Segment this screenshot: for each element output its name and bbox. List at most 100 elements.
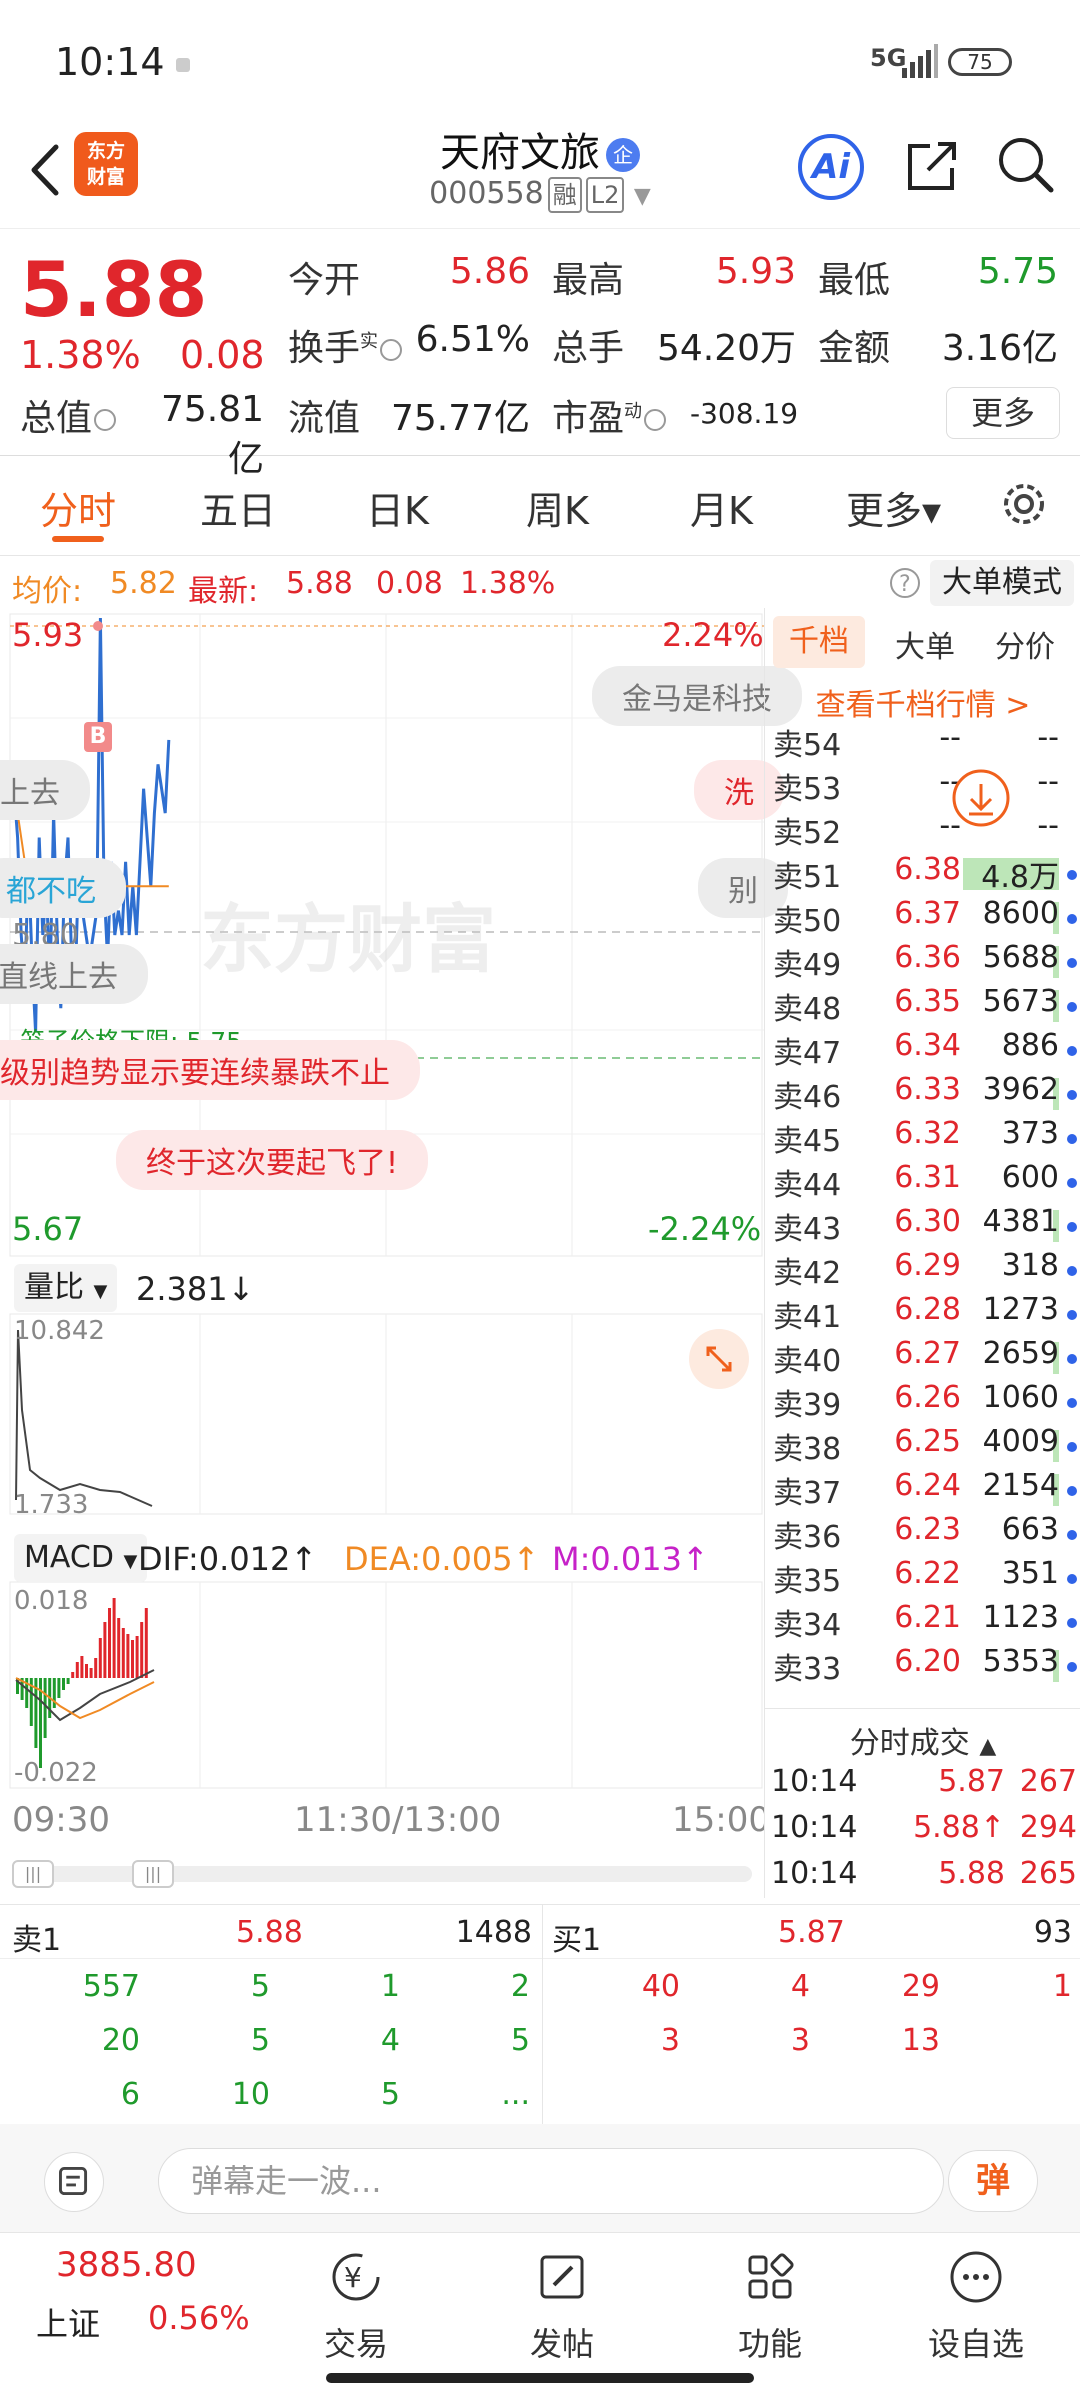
order-book-row[interactable]: 卖49 6.36 5688 bbox=[765, 940, 1080, 984]
nav-post[interactable]: 发帖 bbox=[458, 2233, 666, 2373]
tab-five-day[interactable]: 五日 bbox=[200, 480, 276, 535]
order-book-row[interactable]: 卖48 6.35 5673 bbox=[765, 984, 1080, 1028]
level-label: 卖48 bbox=[773, 992, 842, 1027]
share-icon[interactable] bbox=[900, 134, 964, 198]
tab-weekly-k[interactable]: 周K bbox=[526, 480, 589, 535]
danmaku-send-button[interactable]: 弹 bbox=[948, 2150, 1038, 2212]
high-label: 最高 bbox=[552, 260, 625, 301]
order-book-row[interactable]: 卖46 6.33 3962 bbox=[765, 1072, 1080, 1116]
download-icon[interactable] bbox=[951, 768, 1011, 828]
tab-price-dist[interactable]: 分价 bbox=[995, 622, 1055, 666]
order-book-row[interactable]: 卖37 6.24 2154 bbox=[765, 1468, 1080, 1512]
order-book-row[interactable]: 卖40 6.27 2659 bbox=[765, 1336, 1080, 1380]
level-price: 6.28 bbox=[894, 1292, 961, 1327]
level-dot-icon bbox=[1067, 1618, 1077, 1628]
order-book-row[interactable]: 卖47 6.34 886 bbox=[765, 1028, 1080, 1072]
order-book-row[interactable]: 卖52 -- -- bbox=[765, 808, 1080, 852]
nav-functions[interactable]: 功能 bbox=[666, 2233, 874, 2373]
tab-thousand-levels[interactable]: 千档 bbox=[773, 616, 865, 668]
buy-marker[interactable]: B bbox=[84, 722, 112, 752]
strip-header bbox=[0, 1905, 1080, 1959]
level-price: 6.26 bbox=[894, 1380, 961, 1415]
level-volume: 5688 bbox=[982, 940, 1059, 975]
nav-trade[interactable]: ¥ 交易 bbox=[252, 2233, 460, 2373]
order-book-row[interactable]: 卖38 6.25 4009 bbox=[765, 1424, 1080, 1468]
tab-intraday[interactable]: 分时 bbox=[40, 480, 116, 535]
order-book-row[interactable]: 卖36 6.23 663 bbox=[765, 1512, 1080, 1556]
intraday-chart[interactable]: 5.93 2.24% 5.67 -2.24% 5.80 东方财富 笼子价格下限:… bbox=[0, 610, 802, 1900]
scroll-handle-left[interactable]: ||| bbox=[12, 1860, 54, 1888]
nav-add-watchlist[interactable]: 设自选 bbox=[872, 2233, 1080, 2373]
order-book-row[interactable]: 卖51 6.38 4.8万 bbox=[765, 852, 1080, 896]
sell-order-cell: ... bbox=[501, 2077, 530, 2112]
order-book-row[interactable]: 卖54 -- -- bbox=[765, 720, 1080, 764]
order-book-row[interactable]: 卖43 6.30 4381 bbox=[765, 1204, 1080, 1248]
more-quote-button[interactable]: 更多 bbox=[946, 387, 1060, 439]
sell-order-cell: 20 bbox=[101, 2023, 140, 2058]
level-price: 6.35 bbox=[894, 984, 961, 1019]
order-book-panel: 千档 大单 分价 查看千档行情 > 卖54 -- -- 卖53 -- -- 卖52 -- -- 卖… bbox=[764, 608, 1080, 1898]
order-book-row[interactable]: 卖39 6.26 1060 bbox=[765, 1380, 1080, 1424]
danmaku-settings-icon[interactable] bbox=[44, 2152, 104, 2212]
search-icon[interactable] bbox=[993, 132, 1057, 196]
sell-order-cell: 1 bbox=[380, 1969, 400, 2004]
macd-histogram-bar bbox=[89, 1668, 93, 1678]
tab-more[interactable]: 更多▾ bbox=[846, 480, 941, 535]
chart-tabs: 分时 五日 日K 周K 月K 更多▾ bbox=[0, 456, 1080, 556]
order-book-row[interactable]: 卖35 6.22 351 bbox=[765, 1556, 1080, 1600]
level-dot-icon bbox=[1067, 870, 1077, 880]
buy1-price: 5.87 bbox=[778, 1915, 845, 1950]
macd-histogram-bar bbox=[85, 1664, 88, 1678]
level-price: 6.24 bbox=[894, 1468, 961, 1503]
help-icon[interactable]: ? bbox=[888, 566, 922, 600]
vol-ratio-selector[interactable]: 量比 ▼ bbox=[14, 1264, 118, 1312]
index-name: 上证 bbox=[36, 2305, 101, 2343]
trade-time: 10:14 bbox=[771, 1856, 858, 1891]
low-value: 5.75 bbox=[977, 251, 1058, 292]
order-book-row[interactable]: 卖42 6.29 318 bbox=[765, 1248, 1080, 1292]
high-point-marker bbox=[93, 621, 103, 631]
sell-order-cell: 5 bbox=[250, 2023, 270, 2058]
level-label: 卖44 bbox=[773, 1168, 842, 1203]
order-book-row[interactable]: 卖53 -- -- bbox=[765, 764, 1080, 808]
danmaku-input[interactable]: 弹幕走一波... bbox=[158, 2148, 944, 2214]
vol-ratio-value: 2.381↓ bbox=[136, 1270, 255, 1308]
order-book-row[interactable]: 卖34 6.21 1123 bbox=[765, 1600, 1080, 1644]
gear-icon[interactable] bbox=[996, 476, 1052, 532]
index-ticker[interactable]: 3885.80 上证 0.56% bbox=[0, 2233, 260, 2373]
float-label: 流值 bbox=[288, 398, 361, 439]
tab-big-order[interactable]: 大单 bbox=[895, 622, 955, 666]
chart-scrollbar[interactable] bbox=[12, 1866, 752, 1882]
watermark: 东方财富 bbox=[200, 897, 496, 983]
stock-header: 东方 财富 天府文旅企 000558 融 L2 ▼ Ai bbox=[0, 120, 1080, 228]
level-label: 卖37 bbox=[773, 1476, 842, 1511]
level-label: 卖54 bbox=[773, 728, 842, 763]
level2-tag: L2 bbox=[585, 177, 625, 213]
order-book-row[interactable]: 卖44 6.31 600 bbox=[765, 1160, 1080, 1204]
big-order-mode-button[interactable]: 大单模式 bbox=[930, 560, 1074, 606]
order-book-row[interactable]: 卖50 6.37 8600 bbox=[765, 896, 1080, 940]
level-dot-icon bbox=[1067, 1486, 1077, 1496]
level-volume: 3962 bbox=[982, 1072, 1059, 1107]
level-label: 卖45 bbox=[773, 1124, 842, 1159]
macd-selector[interactable]: MACD ▼ bbox=[14, 1534, 148, 1582]
high-value: 5.93 bbox=[715, 251, 796, 292]
trade-time: 10:14 bbox=[771, 1764, 858, 1799]
quote-panel: 5.88 1.38% 0.08 今开 5.86 最高 5.93 最低 5.75 … bbox=[0, 228, 1080, 480]
tab-daily-k[interactable]: 日K bbox=[366, 480, 429, 535]
tab-monthly-k[interactable]: 月K bbox=[690, 480, 753, 535]
order-book-row[interactable]: 卖41 6.28 1273 bbox=[765, 1292, 1080, 1336]
order-book-row[interactable]: 卖33 6.20 5353 bbox=[765, 1644, 1080, 1688]
ai-button[interactable]: Ai bbox=[798, 134, 864, 200]
expand-icon[interactable] bbox=[688, 1328, 750, 1390]
level-dot-icon bbox=[1067, 1002, 1077, 1012]
scroll-handle-right[interactable]: ||| bbox=[132, 1860, 174, 1888]
view-levels-link[interactable]: 查看千档行情 > bbox=[765, 680, 1080, 724]
info-icon bbox=[94, 409, 117, 431]
level-price: 6.31 bbox=[894, 1160, 961, 1195]
level-label: 卖50 bbox=[773, 904, 842, 939]
level-volume: 5353 bbox=[982, 1644, 1059, 1679]
level-price: 6.36 bbox=[894, 940, 961, 975]
order-book-row[interactable]: 卖45 6.32 373 bbox=[765, 1116, 1080, 1160]
trades-title[interactable]: 分时成交 ▲ bbox=[765, 1718, 1080, 1762]
